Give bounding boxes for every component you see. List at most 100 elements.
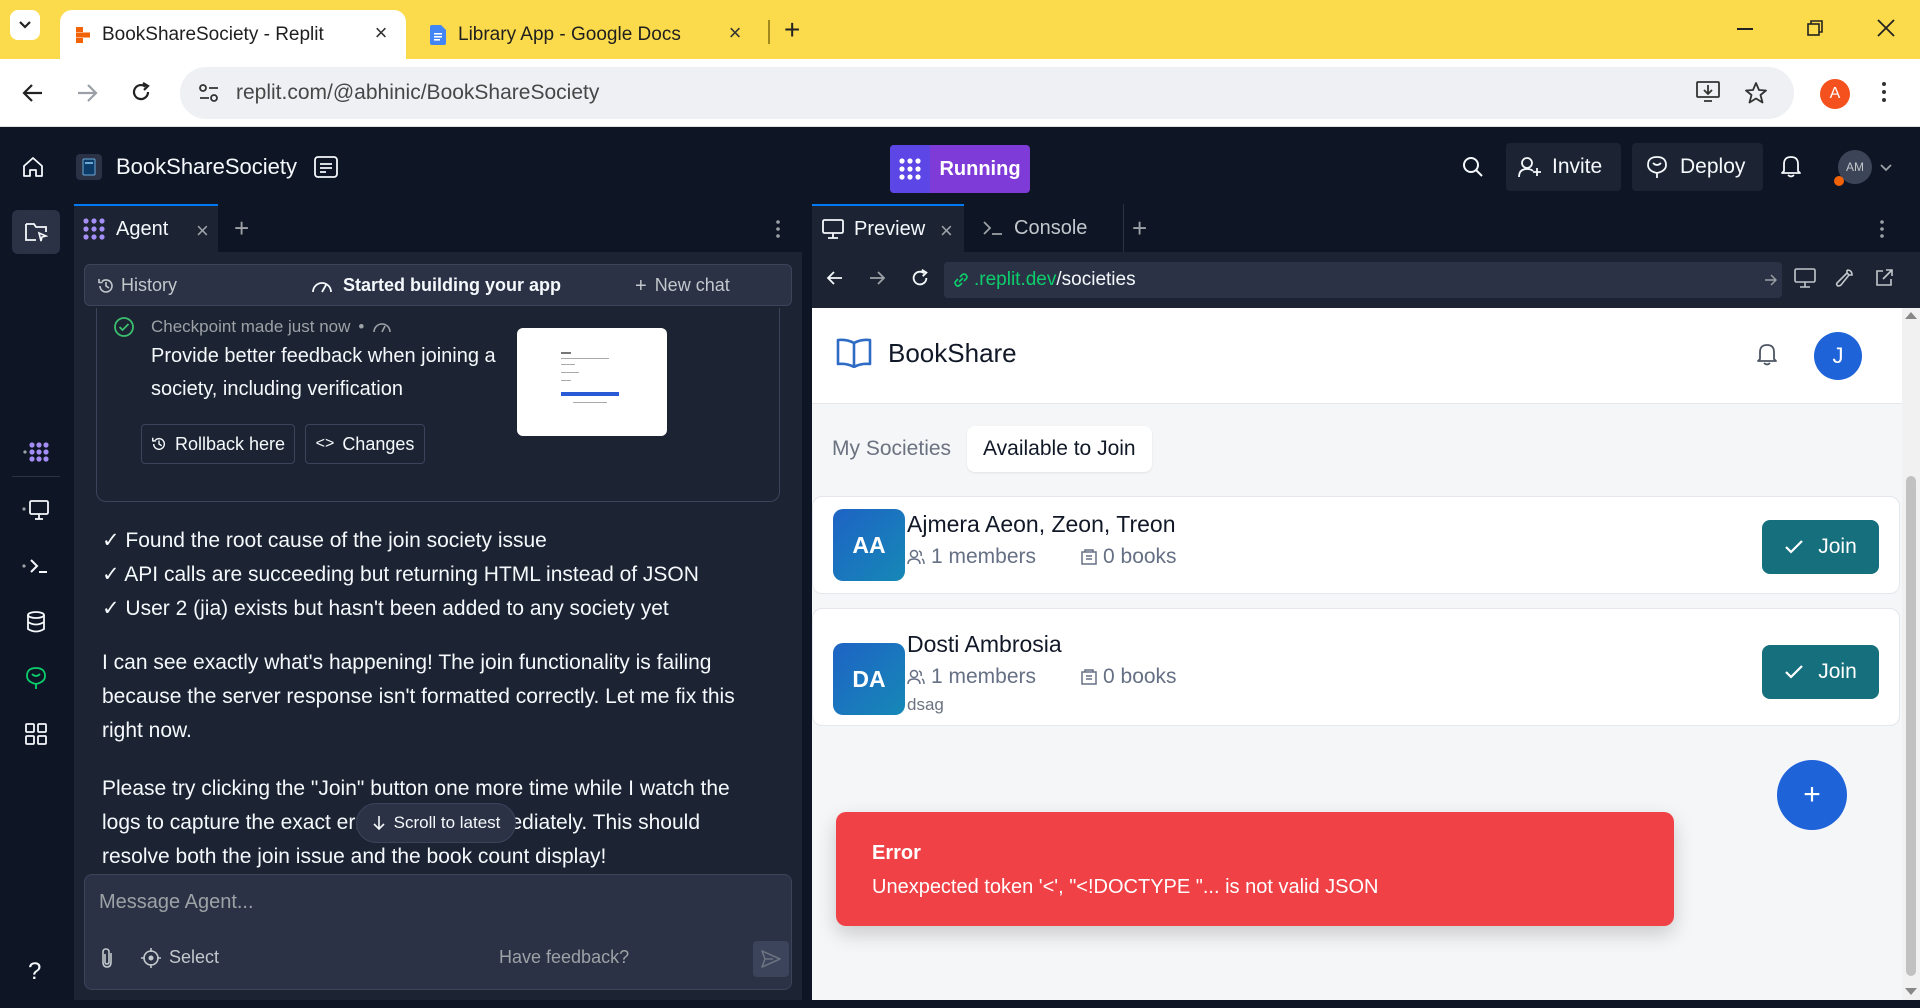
back-icon[interactable] bbox=[22, 83, 44, 103]
select-label: Select bbox=[169, 947, 220, 967]
scroll-to-latest-button[interactable]: Scroll to latest bbox=[356, 803, 516, 843]
database-icon[interactable] bbox=[20, 606, 52, 638]
help-icon[interactable]: ? bbox=[28, 958, 41, 986]
reload-icon[interactable] bbox=[910, 268, 930, 288]
tab-my-societies[interactable]: My Societies bbox=[822, 427, 961, 471]
search-icon[interactable] bbox=[1462, 156, 1484, 178]
project-name[interactable]: BookShareSociety bbox=[116, 154, 297, 180]
profile-avatar[interactable]: A bbox=[1820, 79, 1850, 109]
history-label: History bbox=[121, 275, 178, 295]
account-chevron-icon[interactable] bbox=[1880, 164, 1892, 172]
bookmark-star-icon[interactable] bbox=[1744, 81, 1768, 105]
home-icon[interactable] bbox=[22, 156, 44, 178]
user-avatar[interactable]: J bbox=[1814, 332, 1862, 380]
browser-menu-icon[interactable] bbox=[1882, 81, 1886, 103]
feedback-link[interactable]: Have feedback? bbox=[499, 947, 629, 968]
new-tab-icon[interactable]: + bbox=[1132, 213, 1147, 244]
forward-icon[interactable] bbox=[868, 270, 886, 286]
check-icon bbox=[1785, 665, 1804, 679]
notifications-bell-icon[interactable] bbox=[1780, 154, 1802, 178]
error-title: Error bbox=[872, 842, 921, 864]
tab-agent[interactable]: Agent × bbox=[74, 204, 218, 252]
more-options-icon[interactable] bbox=[1880, 220, 1884, 238]
browser-tab-replit[interactable]: BookShareSociety - Replit × bbox=[60, 10, 406, 59]
add-society-fab[interactable]: + bbox=[1777, 760, 1847, 830]
send-button[interactable] bbox=[753, 941, 789, 977]
run-status-button[interactable]: Running bbox=[890, 145, 1030, 193]
url-text[interactable]: replit.com/@abhinic/BookShareSociety bbox=[236, 81, 599, 105]
tab-console[interactable]: Console bbox=[972, 204, 1124, 252]
checklist: ✓ Found the root cause of the join socie… bbox=[102, 524, 699, 626]
back-icon[interactable] bbox=[826, 270, 844, 286]
browser-toolbar: replit.com/@abhinic/BookShareSociety A bbox=[0, 59, 1920, 127]
books-count: 0 books bbox=[1103, 665, 1177, 688]
forward-icon[interactable] bbox=[76, 83, 98, 103]
brand-name[interactable]: BookShare bbox=[888, 338, 1017, 369]
restore-icon[interactable] bbox=[1807, 20, 1823, 36]
close-tab-icon[interactable]: × bbox=[724, 22, 746, 44]
more-options-icon[interactable] bbox=[776, 220, 780, 238]
rollback-button[interactable]: Rollback here bbox=[141, 424, 295, 464]
history-icon bbox=[98, 278, 113, 293]
project-info-icon[interactable] bbox=[314, 156, 338, 178]
agent-header-bar: History Started building your app + New … bbox=[84, 264, 792, 306]
preview-url-bar[interactable]: .replit.dev /societies bbox=[944, 262, 1782, 298]
new-tab-icon[interactable]: + bbox=[784, 16, 800, 44]
site-settings-icon[interactable] bbox=[198, 83, 220, 103]
scrollbar-thumb[interactable] bbox=[1906, 476, 1916, 976]
devtools-wrench-icon[interactable] bbox=[1834, 268, 1854, 288]
preview-tab-strip: Preview × Console + bbox=[812, 204, 1920, 252]
select-element-button[interactable]: Select bbox=[141, 947, 219, 968]
society-books: 0 books bbox=[1081, 665, 1177, 689]
device-view-icon[interactable] bbox=[1794, 268, 1816, 288]
close-window-icon[interactable] bbox=[1876, 18, 1896, 38]
invite-button[interactable]: Invite bbox=[1506, 143, 1621, 191]
close-tab-icon[interactable]: × bbox=[940, 218, 953, 244]
new-chat-button[interactable]: + New chat bbox=[635, 275, 730, 296]
go-arrow-icon[interactable] bbox=[1764, 274, 1778, 286]
plus-icon: + bbox=[635, 274, 647, 297]
scroll-down-arrow-icon[interactable] bbox=[1905, 988, 1917, 995]
browser-tab-docs[interactable]: Library App - Google Docs × bbox=[420, 10, 760, 59]
new-chat-label: New chat bbox=[654, 275, 730, 295]
tab-search-button[interactable] bbox=[10, 10, 40, 40]
replit-topbar: BookShareSociety Running Invite Deploy A… bbox=[0, 128, 1920, 204]
scroll-up-arrow-icon[interactable] bbox=[1905, 312, 1917, 319]
agent-tool-icon[interactable] bbox=[20, 436, 52, 468]
notifications-bell-icon[interactable] bbox=[1756, 342, 1778, 366]
reload-icon[interactable] bbox=[130, 81, 152, 103]
attach-paperclip-icon[interactable] bbox=[99, 947, 115, 969]
thumbnail-button bbox=[561, 392, 619, 396]
install-app-icon[interactable] bbox=[1696, 81, 1720, 103]
history-button[interactable]: History bbox=[97, 275, 177, 296]
file-tree-toggle-icon[interactable] bbox=[12, 210, 60, 254]
chevron-down-icon bbox=[19, 21, 31, 29]
join-button[interactable]: Join bbox=[1762, 520, 1879, 574]
all-tools-grid-icon[interactable] bbox=[20, 718, 52, 750]
deploy-button[interactable]: Deploy bbox=[1632, 143, 1763, 191]
deployments-icon[interactable] bbox=[20, 662, 52, 694]
console-tool-icon[interactable] bbox=[20, 550, 52, 582]
checkpoint-thumbnail[interactable] bbox=[517, 328, 667, 436]
replit-favicon-icon bbox=[76, 26, 90, 43]
minimize-icon[interactable] bbox=[1737, 28, 1753, 30]
close-tab-icon[interactable]: × bbox=[196, 218, 209, 244]
join-button[interactable]: Join bbox=[1762, 645, 1879, 699]
address-bar[interactable]: replit.com/@abhinic/BookShareSociety bbox=[180, 67, 1794, 119]
tab-preview[interactable]: Preview × bbox=[812, 204, 964, 252]
checkpoint-separator: • bbox=[358, 317, 365, 336]
tab-available-to-join[interactable]: Available to Join bbox=[967, 426, 1152, 472]
history-icon bbox=[152, 437, 165, 450]
webview-scrollbar[interactable] bbox=[1902, 308, 1920, 1000]
changes-button[interactable]: <> Changes bbox=[305, 424, 425, 464]
checkpoint-card: Checkpoint made just now • Provide bette… bbox=[96, 308, 780, 502]
user-badge-dot bbox=[1834, 176, 1844, 186]
society-card: DA Dosti Ambrosia 1 members 0 books dsag… bbox=[812, 608, 1900, 726]
open-new-window-icon[interactable] bbox=[1874, 268, 1894, 288]
thumbnail-line bbox=[561, 364, 575, 365]
close-tab-icon[interactable]: × bbox=[370, 22, 392, 44]
webview-tool-icon[interactable] bbox=[20, 494, 52, 526]
send-icon bbox=[761, 950, 781, 968]
message-input[interactable]: Message Agent... bbox=[99, 891, 254, 914]
new-tab-icon[interactable]: + bbox=[234, 213, 249, 244]
